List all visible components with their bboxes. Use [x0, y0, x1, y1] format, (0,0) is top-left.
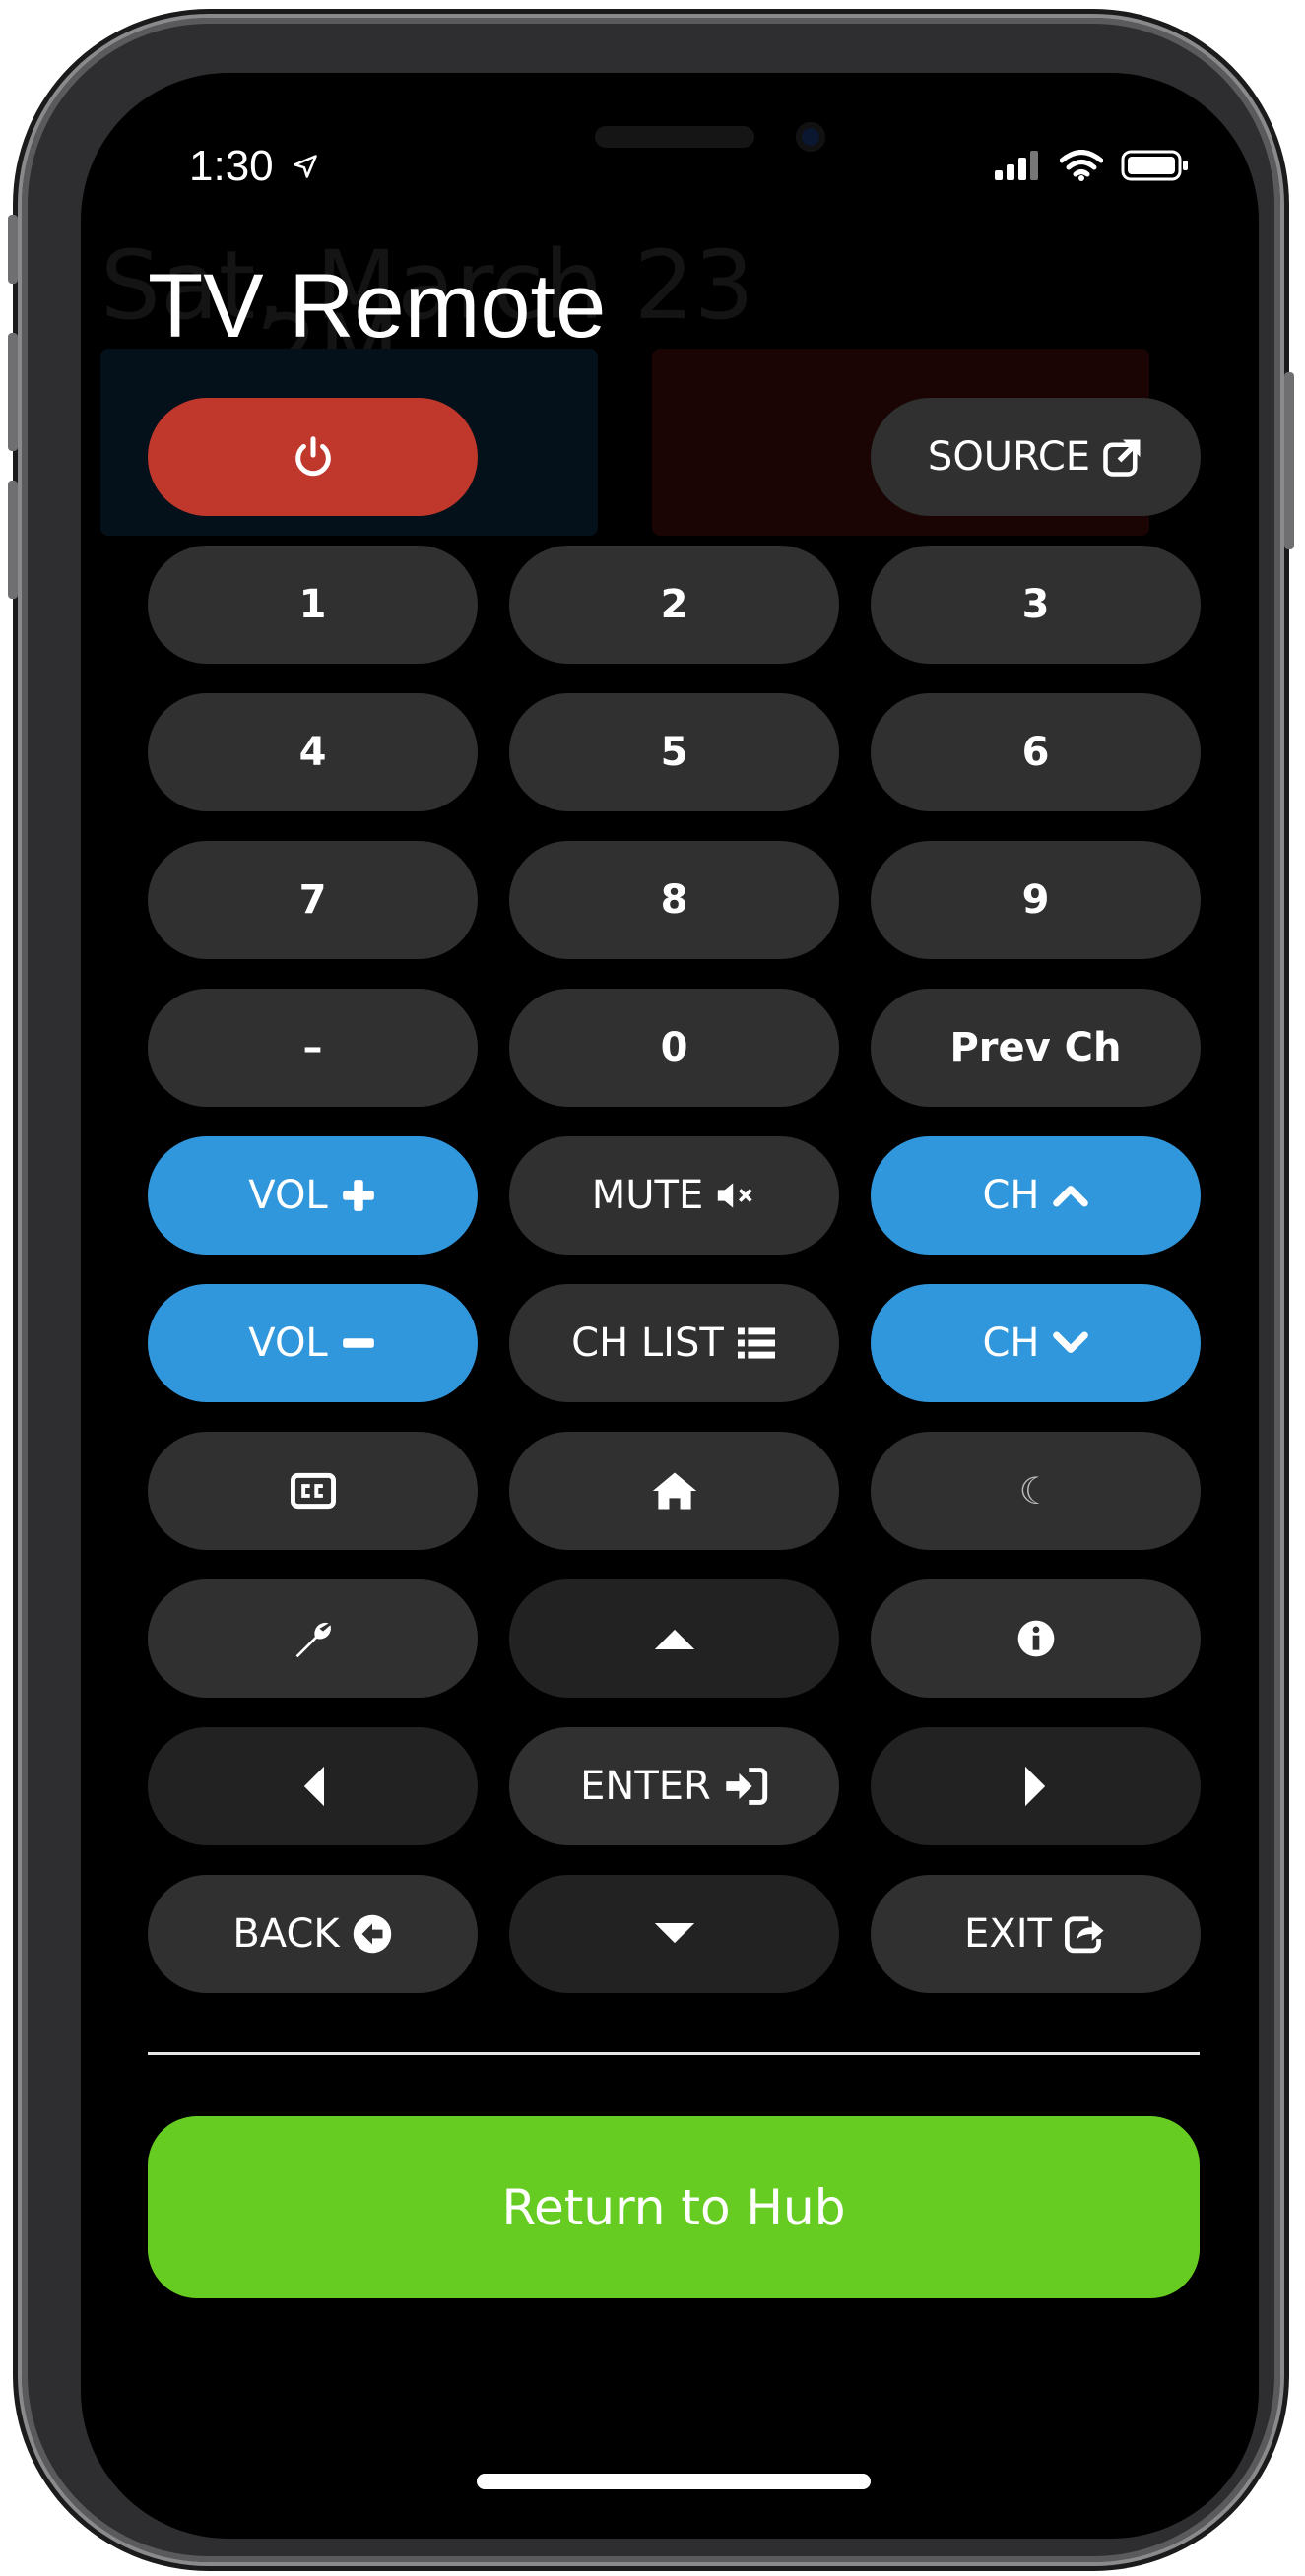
number-3-button[interactable]: 3: [871, 546, 1201, 664]
sleep-button[interactable]: ☾: [871, 1432, 1201, 1550]
number-1-label: 1: [298, 582, 327, 627]
enter-button[interactable]: ENTER: [509, 1727, 839, 1845]
location-arrow-icon: [294, 155, 317, 178]
dpad-down-button[interactable]: [509, 1875, 839, 1993]
moon-icon: ☾: [1018, 1469, 1053, 1513]
channel-down-label: CH: [982, 1320, 1040, 1366]
number-4-button[interactable]: 4: [148, 693, 478, 811]
number-2-label: 2: [660, 582, 688, 627]
enter-label: ENTER: [580, 1764, 711, 1809]
cellular-signal-icon: [995, 151, 1038, 180]
closed-caption-button[interactable]: [148, 1432, 478, 1550]
caret-down-icon: [654, 1923, 694, 1944]
wifi-icon: [1060, 150, 1103, 181]
prev-channel-label: Prev Ch: [949, 1025, 1122, 1070]
volume-mute-icon: [718, 1183, 752, 1208]
status-time: 1:30: [189, 142, 319, 191]
settings-button[interactable]: [148, 1579, 478, 1698]
status-time-text: 1:30: [189, 142, 274, 190]
channel-up-button[interactable]: CH: [871, 1136, 1201, 1255]
exit-label: EXIT: [964, 1911, 1052, 1957]
plus-icon: [342, 1180, 374, 1211]
mute-label: MUTE: [591, 1173, 704, 1218]
number-6-label: 6: [1021, 730, 1050, 775]
info-button[interactable]: [871, 1579, 1201, 1698]
volume-up-side-button: [8, 333, 18, 451]
home-button[interactable]: [509, 1432, 839, 1550]
screen: Sat, March 23 2M 1:30: [81, 73, 1259, 2539]
exit-button[interactable]: EXIT: [871, 1875, 1201, 1993]
channel-list-button[interactable]: CH LIST: [509, 1284, 839, 1402]
volume-down-button[interactable]: VOL: [148, 1284, 478, 1402]
channel-down-button[interactable]: CH: [871, 1284, 1201, 1402]
mute-button[interactable]: MUTE: [509, 1136, 839, 1255]
chevron-up-icon: [1052, 1186, 1088, 1207]
number-9-label: 9: [1021, 877, 1050, 923]
volume-down-side-button: [8, 481, 18, 599]
channel-list-label: CH LIST: [571, 1320, 724, 1366]
minus-icon: [342, 1338, 374, 1348]
front-camera: [796, 122, 825, 152]
external-link-icon: [1103, 439, 1141, 477]
number-2-button[interactable]: 2: [509, 546, 839, 664]
home-indicator[interactable]: [477, 2474, 871, 2489]
caret-right-icon: [1024, 1766, 1045, 1807]
number-0-button[interactable]: 0: [509, 989, 839, 1107]
silent-switch: [8, 215, 18, 284]
power-side-button: [1284, 372, 1294, 549]
page-title: TV Remote: [148, 256, 607, 356]
number-5-button[interactable]: 5: [509, 693, 839, 811]
number-5-label: 5: [660, 730, 688, 775]
number-7-label: 7: [298, 877, 327, 923]
dpad-left-button[interactable]: [148, 1727, 478, 1845]
number-6-button[interactable]: 6: [871, 693, 1201, 811]
dpad-right-button[interactable]: [871, 1727, 1201, 1845]
earpiece-speaker: [595, 126, 754, 148]
status-icons: [995, 150, 1190, 181]
closed-caption-icon: [290, 1472, 336, 1510]
dash-button[interactable]: –: [148, 989, 478, 1107]
volume-up-label: VOL: [248, 1173, 328, 1218]
return-to-hub-label: Return to Hub: [501, 2178, 846, 2236]
caret-up-icon: [654, 1629, 694, 1649]
home-icon: [652, 1472, 696, 1510]
power-button[interactable]: [148, 398, 478, 516]
empty-slot: [509, 398, 839, 516]
return-to-hub-button[interactable]: Return to Hub: [148, 2116, 1200, 2298]
number-9-button[interactable]: 9: [871, 841, 1201, 959]
number-4-label: 4: [298, 730, 327, 775]
arrow-circle-left-icon: [353, 1914, 391, 1954]
power-icon: [294, 436, 331, 477]
prev-channel-button[interactable]: Prev Ch: [871, 989, 1201, 1107]
info-icon: [1017, 1620, 1054, 1657]
caret-left-icon: [303, 1766, 324, 1807]
number-7-button[interactable]: 7: [148, 841, 478, 959]
number-0-label: 0: [660, 1025, 688, 1070]
number-8-label: 8: [660, 877, 688, 923]
dash-label: –: [302, 1025, 323, 1070]
remote-button-grid: SOURCE 1 2 3 4 5 6 7 8 9 – 0 Prev Ch VOL…: [148, 398, 1201, 1993]
battery-icon: [1121, 150, 1188, 181]
share-square-icon: [1064, 1916, 1104, 1954]
chevron-down-icon: [1052, 1331, 1088, 1353]
number-1-button[interactable]: 1: [148, 546, 478, 664]
list-icon: [737, 1327, 775, 1359]
volume-up-button[interactable]: VOL: [148, 1136, 478, 1255]
channel-up-label: CH: [982, 1173, 1040, 1218]
source-button[interactable]: SOURCE: [871, 398, 1201, 516]
number-8-button[interactable]: 8: [509, 841, 839, 959]
sign-in-icon: [726, 1768, 768, 1805]
back-button[interactable]: BACK: [148, 1875, 478, 1993]
phone-frame: Sat, March 23 2M 1:30: [8, 18, 1294, 2562]
volume-down-label: VOL: [248, 1320, 328, 1366]
source-label: SOURCE: [927, 434, 1091, 480]
divider-line: [148, 2052, 1200, 2055]
number-3-label: 3: [1021, 582, 1050, 627]
dpad-up-button[interactable]: [509, 1579, 839, 1698]
back-label: BACK: [232, 1911, 340, 1957]
wrench-icon: [295, 1622, 331, 1658]
